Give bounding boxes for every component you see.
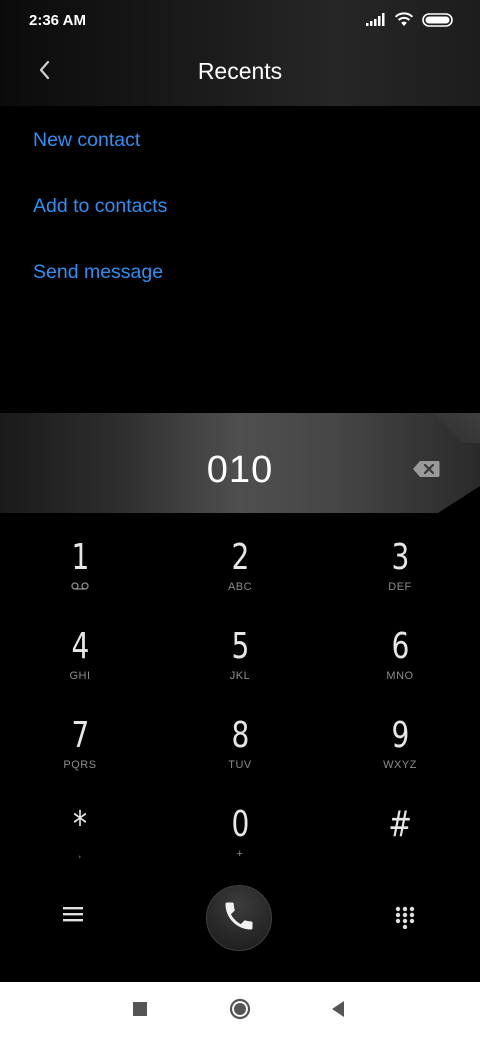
key-letters: + xyxy=(236,848,244,860)
header: 2:36 AM Recents xyxy=(0,0,480,106)
key-9[interactable]: 9 WXYZ xyxy=(320,708,480,797)
recents-nav-button[interactable] xyxy=(110,982,170,1040)
number-display: 010 xyxy=(0,413,480,513)
backspace-icon xyxy=(412,461,440,482)
dialer-controls xyxy=(0,885,480,951)
add-to-contacts-link[interactable]: Add to contacts xyxy=(33,192,167,258)
key-digit: 1 xyxy=(71,537,89,578)
options-list: New contact Add to contacts Send message xyxy=(33,126,167,324)
key-8[interactable]: 8 TUV xyxy=(160,708,320,797)
keypad: 1 2 ABC 3 DEF 4 GHI 5 JKL 6 MNO 7 PQRS 8… xyxy=(0,530,480,886)
menu-button[interactable] xyxy=(62,905,84,928)
menu-icon xyxy=(62,907,84,927)
status-icons xyxy=(366,12,454,32)
key-digit: 9 xyxy=(391,715,409,756)
key-1[interactable]: 1 xyxy=(0,530,160,619)
keypad-row: * , 0 + # xyxy=(0,797,480,886)
key-letters: MNO xyxy=(386,670,414,682)
key-digit: # xyxy=(388,804,412,845)
key-letters: , xyxy=(78,848,82,860)
key-letters: DEF xyxy=(388,581,412,593)
keypad-row: 1 2 ABC 3 DEF xyxy=(0,530,480,619)
navigation-bar xyxy=(0,982,480,1040)
back-nav-button[interactable] xyxy=(308,982,368,1040)
key-digit: 2 xyxy=(231,537,249,578)
key-digit: 0 xyxy=(231,804,249,845)
key-5[interactable]: 5 JKL xyxy=(160,619,320,708)
backspace-button[interactable] xyxy=(412,460,440,483)
key-hash[interactable]: # xyxy=(320,797,480,886)
key-7[interactable]: 7 PQRS xyxy=(0,708,160,797)
dialed-number: 010 xyxy=(206,449,274,491)
home-nav-button[interactable] xyxy=(210,982,270,1040)
key-3[interactable]: 3 DEF xyxy=(320,530,480,619)
dialer-screen: 2:36 AM Recents New contact Add to conta… xyxy=(0,0,480,1040)
call-button[interactable] xyxy=(206,885,272,951)
key-letters: ABC xyxy=(227,581,253,593)
dialpad-button[interactable] xyxy=(394,905,416,934)
new-contact-link[interactable]: New contact xyxy=(33,126,167,192)
key-0[interactable]: 0 + xyxy=(160,797,320,886)
key-letters: WXYZ xyxy=(383,759,417,771)
status-bar: 2:36 AM xyxy=(0,0,480,44)
key-digit: 8 xyxy=(231,715,249,756)
status-time: 2:36 AM xyxy=(29,12,86,29)
key-letters: JKL xyxy=(229,670,251,682)
key-letters: PQRS xyxy=(63,759,97,771)
key-digit: 4 xyxy=(71,626,89,667)
key-digit: 5 xyxy=(231,626,249,667)
key-letters: TUV xyxy=(228,759,252,771)
key-6[interactable]: 6 MNO xyxy=(320,619,480,708)
signal-icon xyxy=(366,13,386,31)
voicemail-icon xyxy=(71,581,89,595)
key-letters: GHI xyxy=(69,670,91,682)
key-digit: 6 xyxy=(391,626,409,667)
key-digit: 3 xyxy=(391,537,409,578)
home-circle-icon xyxy=(229,998,251,1025)
decorative-corner xyxy=(432,413,480,443)
battery-icon xyxy=(422,12,454,32)
key-digit: 7 xyxy=(71,715,89,756)
keypad-row: 7 PQRS 8 TUV 9 WXYZ xyxy=(0,708,480,797)
back-triangle-icon xyxy=(330,1000,346,1023)
key-digit: * xyxy=(72,804,88,845)
square-icon xyxy=(132,1001,148,1022)
key-star[interactable]: * , xyxy=(0,797,160,886)
keypad-row: 4 GHI 5 JKL 6 MNO xyxy=(0,619,480,708)
phone-icon xyxy=(221,898,257,939)
send-message-link[interactable]: Send message xyxy=(33,258,167,324)
page-title: Recents xyxy=(197,58,283,84)
key-2[interactable]: 2 ABC xyxy=(160,530,320,619)
wifi-icon xyxy=(394,12,414,32)
dialpad-icon xyxy=(394,906,416,933)
key-4[interactable]: 4 GHI xyxy=(0,619,160,708)
